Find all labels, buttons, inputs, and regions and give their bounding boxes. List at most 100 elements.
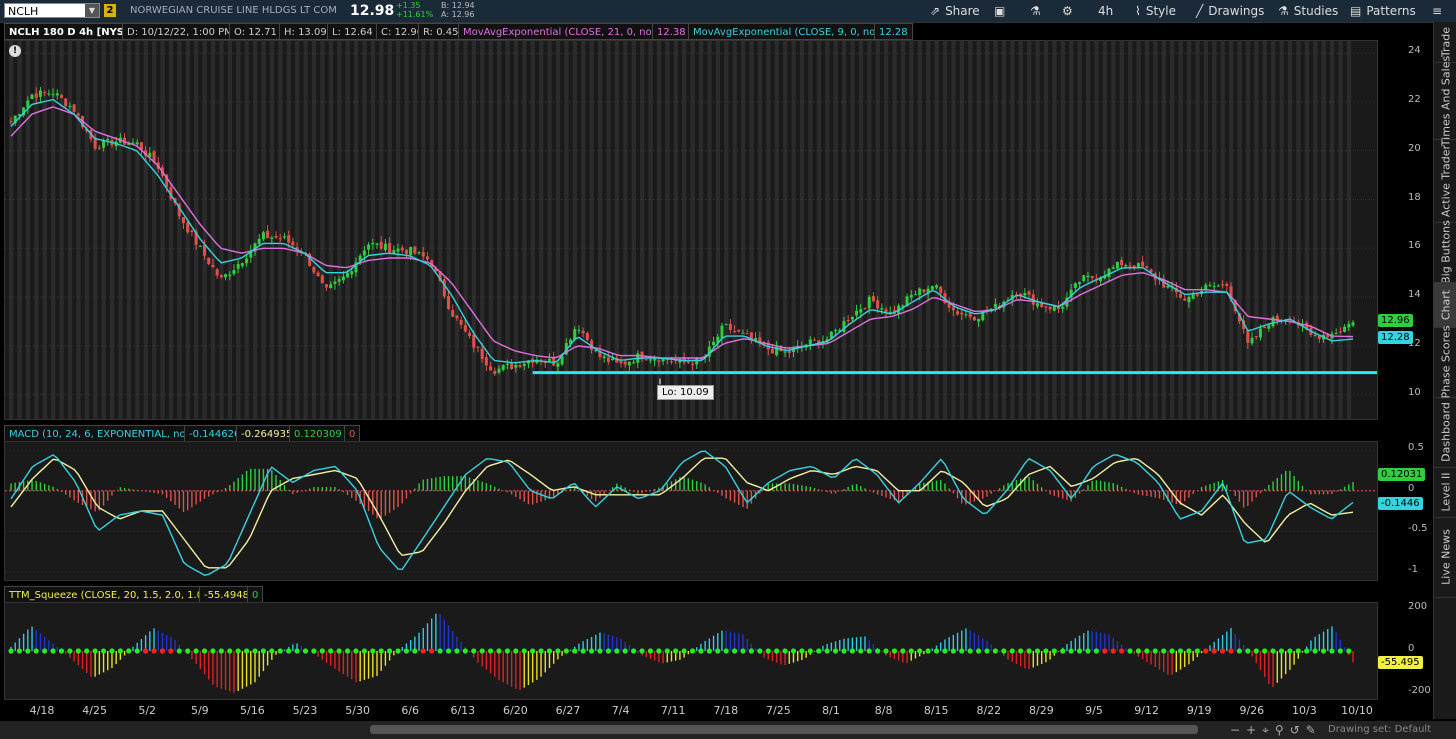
- macd-chart[interactable]: [5, 442, 1377, 580]
- candle-body: [1111, 267, 1115, 270]
- squeeze-dot: [832, 648, 839, 654]
- sidebar-tab-active-trader[interactable]: Active Trader: [1434, 139, 1456, 223]
- price-axis[interactable]: 10 12 14 16 18 20 22 24: [1378, 40, 1424, 420]
- sidebar-tab-chart[interactable]: Chart: [1434, 282, 1456, 328]
- pencil-icon[interactable]: ✎: [1306, 723, 1322, 737]
- macd-panel[interactable]: [4, 441, 1378, 581]
- session-shade: [227, 41, 233, 419]
- timeframe-button[interactable]: 4h: [1098, 2, 1113, 20]
- style-button[interactable]: ⌇ Style: [1135, 2, 1176, 20]
- session-shade: [1102, 41, 1108, 419]
- drawings-button[interactable]: ╱ Drawings: [1196, 2, 1264, 20]
- squeeze-dot: [1312, 648, 1318, 654]
- squeeze-dot: [765, 648, 771, 654]
- drawing-set-label[interactable]: Drawing set: Default: [1328, 724, 1431, 735]
- price-chart[interactable]: [5, 41, 1377, 419]
- squeeze-dot: [201, 648, 208, 654]
- squeeze-dot: [8, 648, 14, 654]
- session-shade: [160, 41, 165, 419]
- reset-icon[interactable]: ↺: [1290, 723, 1306, 737]
- session-shade: [253, 41, 258, 419]
- patterns-button[interactable]: ▤ Patterns: [1350, 2, 1416, 20]
- price-panel[interactable]: ! Lo: 10.09: [4, 40, 1378, 420]
- candle-body: [9, 121, 13, 123]
- session-shade: [555, 41, 561, 419]
- session-shade: [328, 41, 334, 419]
- squeeze-dot: [1068, 648, 1074, 654]
- squeeze-dot: [748, 648, 755, 654]
- squeeze-dot: [1346, 648, 1352, 654]
- candle-body: [602, 356, 606, 359]
- candle-body: [1271, 317, 1275, 327]
- candle-body: [1267, 325, 1271, 329]
- candle-body: [653, 358, 657, 361]
- candle-body: [505, 364, 509, 366]
- macd-axis[interactable]: 0.5 0 -0.5 -1: [1378, 441, 1428, 581]
- studies-button[interactable]: ⚗ Studies: [1278, 2, 1338, 20]
- session-shade: [1296, 41, 1301, 419]
- ttm-panel[interactable]: [4, 602, 1378, 700]
- snapshot-button[interactable]: ▣: [994, 2, 1010, 20]
- candle-body: [930, 286, 934, 290]
- crosshair-icon[interactable]: ⌖: [1262, 723, 1275, 737]
- settings-button[interactable]: ⚙: [1062, 2, 1078, 20]
- time-axis-label: 9/26: [1239, 704, 1265, 717]
- sidebar-tab-live-news[interactable]: Live News: [1434, 517, 1456, 598]
- zoom-in-icon[interactable]: +: [1246, 723, 1262, 737]
- share-icon: ⇗: [930, 4, 941, 18]
- candle-body: [493, 370, 497, 374]
- scroll-thumb[interactable]: [370, 725, 1198, 734]
- sidebar-tab-big-buttons[interactable]: Big Buttons: [1434, 220, 1456, 284]
- symbol-input[interactable]: NCLH ▼: [4, 3, 100, 18]
- ttm-axis[interactable]: 200 0 -200: [1378, 601, 1431, 700]
- sidebar-tab-level-ii[interactable]: Level II: [1434, 467, 1456, 518]
- session-shade: [1001, 41, 1007, 419]
- zoom-controls[interactable]: −+⌖⚲↺✎: [1230, 723, 1322, 738]
- candle-body: [720, 325, 724, 339]
- sidebar-tab-label: Dashboard: [1439, 402, 1452, 462]
- candle-body: [55, 93, 59, 96]
- squeeze-dot: [723, 648, 729, 654]
- menu-button[interactable]: ≡: [1432, 2, 1447, 20]
- candle-body: [846, 320, 850, 322]
- squeeze-dot: [875, 648, 881, 654]
- session-shade: [917, 41, 922, 419]
- candle-body: [64, 98, 68, 107]
- session-shade: [1212, 41, 1217, 419]
- magnifier-icon[interactable]: ⚲: [1275, 723, 1290, 737]
- session-shade: [421, 41, 426, 419]
- chart-scrollbar[interactable]: −+⌖⚲↺✎ Drawing set: Default: [0, 721, 1456, 739]
- candle-body: [350, 271, 354, 275]
- ttm-chart[interactable]: [5, 603, 1377, 699]
- symbol-dropdown-icon[interactable]: ▼: [85, 4, 99, 17]
- squeeze-dot: [429, 648, 435, 654]
- session-shade: [1203, 41, 1209, 419]
- link-group-badge[interactable]: 2: [104, 4, 116, 17]
- flask-button[interactable]: ⚗: [1030, 2, 1046, 20]
- sidebar-tab-times-and-sales[interactable]: Times And Sales: [1434, 55, 1456, 146]
- alert-icon[interactable]: !: [9, 45, 21, 57]
- squeeze-dot: [1034, 648, 1041, 654]
- patterns-icon: ▤: [1350, 4, 1362, 18]
- candle-body: [47, 93, 51, 95]
- sidebar-tab-dashboard[interactable]: Dashboard: [1434, 397, 1456, 468]
- sidebar-tab-phase-scores[interactable]: Phase Scores: [1434, 326, 1456, 398]
- session-shade: [396, 41, 401, 419]
- candle-body: [648, 359, 652, 361]
- pencil-icon: ╱: [1196, 4, 1204, 18]
- candle-body: [1221, 284, 1225, 286]
- share-button[interactable]: ⇗ Share: [930, 2, 980, 20]
- squeeze-dot: [1253, 648, 1259, 654]
- squeeze-dot: [243, 648, 250, 654]
- candle-body: [1090, 275, 1094, 279]
- ema9-value: 12.28: [874, 23, 913, 40]
- zoom-out-icon[interactable]: −: [1230, 723, 1246, 737]
- squeeze-dot: [530, 648, 536, 654]
- squeeze-dot: [622, 648, 628, 654]
- ttm-label: TTM_Squeeze (CLOSE, 20, 1.5, 2.0, 1.0): [4, 586, 212, 603]
- squeeze-dot: [824, 648, 830, 654]
- time-axis[interactable]: 4/18 4/25 5/2 5/9 5/16 5/23 5/30 6/6 6/13 6/20 6/2…: [4, 700, 1378, 720]
- squeeze-dot: [218, 648, 224, 654]
- menu-icon: ≡: [1432, 4, 1443, 18]
- squeeze-dot: [597, 648, 603, 654]
